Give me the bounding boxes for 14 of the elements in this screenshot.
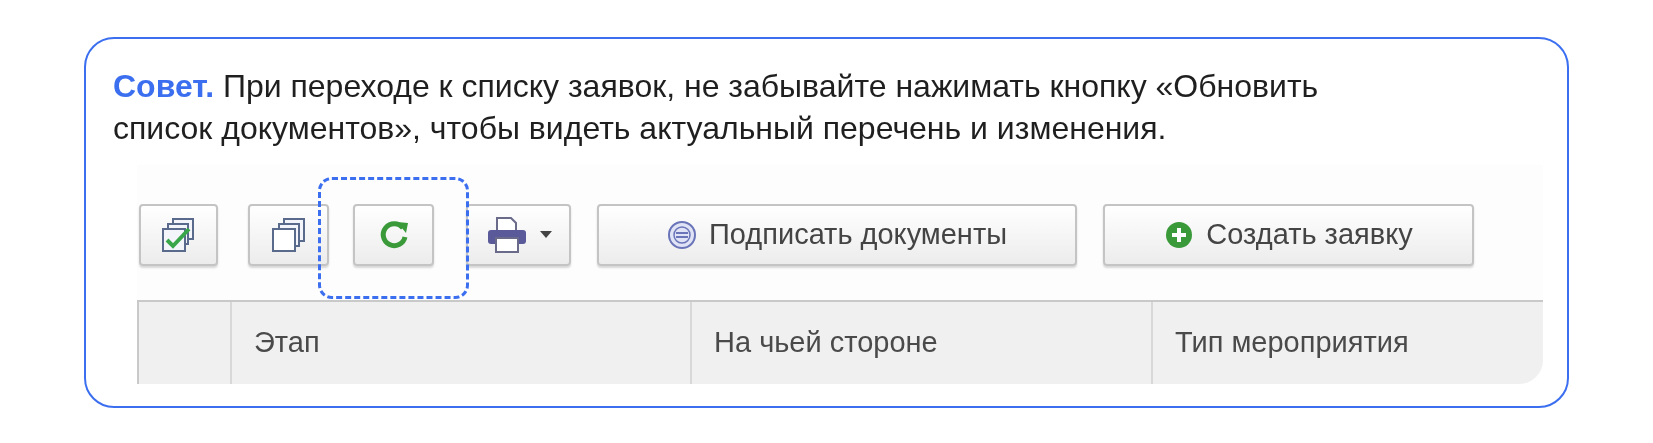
create-button[interactable]: Создать заявку — [1103, 204, 1474, 266]
sign-button[interactable]: Подписать документы — [597, 204, 1077, 266]
column-header: Тип мероприятия — [1175, 325, 1409, 361]
column-header: Этап — [254, 325, 320, 361]
tip-text: Совет. При переходе к списку заявок, не забывайте нажимать кнопку «Обновить список документов», чтобы видеть актуальный перечень и изменения. — [113, 67, 1320, 148]
refresh-button[interactable] — [353, 204, 434, 266]
check-all-button[interactable] — [139, 204, 218, 266]
stamp-icon — [666, 220, 697, 250]
copy-button[interactable] — [248, 204, 329, 266]
print-button[interactable] — [466, 204, 571, 266]
column-header: На чьей стороне — [714, 325, 938, 361]
printer-icon — [485, 216, 528, 254]
caret-icon — [539, 231, 552, 239]
add-icon — [1164, 220, 1195, 250]
